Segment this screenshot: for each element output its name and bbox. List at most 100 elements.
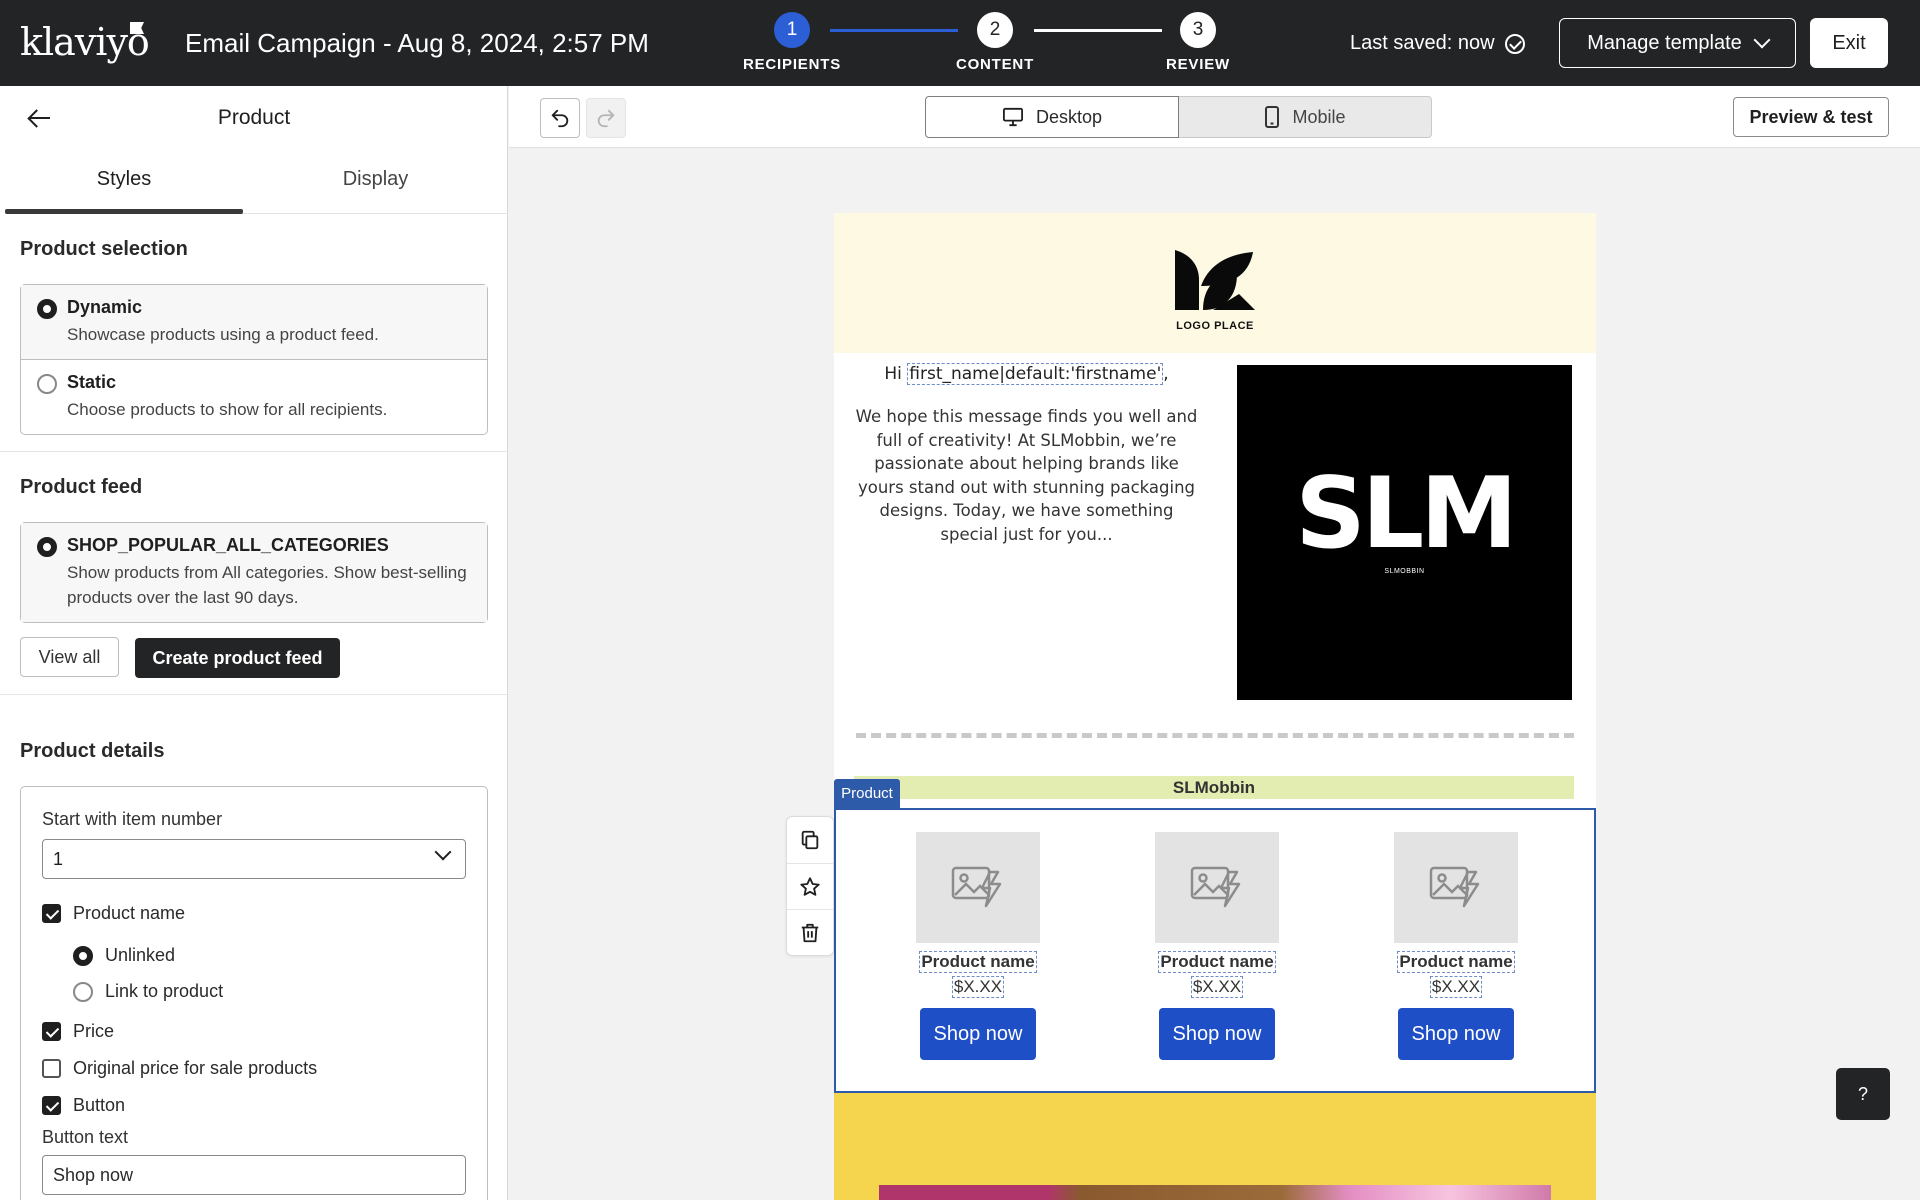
step-label: RECIPIENTS <box>742 56 841 73</box>
option-description: Showcase products using a product feed. <box>67 325 379 344</box>
unlinked-radio[interactable] <box>73 945 93 966</box>
logo-place-text: LOGO PLACE <box>1176 320 1254 332</box>
unlinked-option[interactable]: Unlinked <box>73 945 175 966</box>
product-block[interactable]: Product name $X.XX Shop now Product name… <box>834 808 1596 1093</box>
redo-button[interactable] <box>586 98 626 138</box>
step-content[interactable]: 2 CONTENT <box>935 12 1055 73</box>
price-option[interactable]: Price <box>42 1021 114 1042</box>
duplicate-icon <box>801 830 819 850</box>
step-label: CONTENT <box>955 56 1035 73</box>
help-button[interactable]: ? <box>1836 1068 1890 1120</box>
brand-bar[interactable]: SLMobbin <box>854 776 1574 799</box>
greeting-prefix: Hi <box>884 364 908 384</box>
shop-now-button[interactable]: Shop now <box>920 1008 1036 1060</box>
hero-logo-subtext: SLMOBBIN <box>1384 568 1425 575</box>
radio-dynamic[interactable] <box>37 299 57 319</box>
block-actions-toolbar <box>786 816 834 956</box>
desktop-view-toggle[interactable]: Desktop <box>925 96 1179 138</box>
start-item-select[interactable]: 1 <box>42 839 466 879</box>
tab-styles[interactable]: Styles <box>5 156 243 214</box>
button-checkbox[interactable] <box>42 1096 61 1115</box>
tab-display[interactable]: Display <box>243 156 507 213</box>
product-selection-options: Dynamic Showcase products using a produc… <box>20 284 488 435</box>
price-label: Price <box>73 1021 115 1041</box>
panel-title: Product <box>217 106 291 129</box>
image-placeholder-icon <box>1190 866 1241 907</box>
step-label: REVIEW <box>1166 56 1230 73</box>
greeting-text[interactable]: Hi first_name|default:'firstname', <box>854 363 1199 385</box>
trash-icon <box>801 923 819 942</box>
link-to-product-option[interactable]: Link to product <box>73 981 223 1002</box>
product-details-title: Product details <box>20 740 165 762</box>
brand-logo-icon <box>1175 250 1255 310</box>
panel-tabs: Styles Display <box>5 156 507 214</box>
link-to-product-label: Link to product <box>105 981 224 1001</box>
chevron-down-icon <box>1753 31 1771 49</box>
email-header-block[interactable]: LOGO PLACE <box>834 213 1596 353</box>
link-to-product-radio[interactable] <box>73 981 93 1002</box>
divider-block[interactable] <box>856 733 1574 738</box>
duplicate-block-button[interactable] <box>787 817 833 863</box>
top-bar: klaviyo Email Campaign - Aug 8, 2024, 2:… <box>0 0 1920 86</box>
product-image <box>1155 832 1279 943</box>
product-price: $X.XX <box>951 976 1005 998</box>
original-price-label: Original price for sale products <box>73 1058 318 1078</box>
intro-paragraph[interactable]: We hope this message finds you well and … <box>854 405 1199 546</box>
price-checkbox[interactable] <box>42 1022 61 1041</box>
desktop-icon <box>1002 107 1023 127</box>
product-feed-options: SHOP_POPULAR_ALL_CATEGORIES Show product… <box>20 522 488 623</box>
radio-static[interactable] <box>37 374 57 394</box>
product-selection-title: Product selection <box>20 238 188 260</box>
hero-image[interactable]: SLM SLMOBBIN <box>1237 365 1572 700</box>
step-review[interactable]: 3 REVIEW <box>1138 12 1258 73</box>
star-icon <box>800 876 820 896</box>
save-block-button[interactable] <box>787 863 833 909</box>
mobile-icon <box>1265 106 1280 128</box>
shop-now-button[interactable]: Shop now <box>1159 1008 1275 1060</box>
step-recipients[interactable]: 1 RECIPIENTS <box>732 12 852 73</box>
delete-block-button[interactable] <box>787 909 833 955</box>
product-card: Product name $X.XX Shop now <box>1155 832 1279 1060</box>
radio-feed[interactable] <box>37 537 57 557</box>
product-card: Product name $X.XX Shop now <box>1394 832 1518 1060</box>
view-all-button[interactable]: View all <box>20 637 119 677</box>
campaign-title: Email Campaign - Aug 8, 2024, 2:57 PM <box>185 28 649 58</box>
start-item-value: 1 <box>53 849 64 869</box>
option-dynamic[interactable]: Dynamic Showcase products using a produc… <box>21 285 487 359</box>
option-description: Choose products to show for all recipien… <box>67 400 388 419</box>
button-text-label: Button text <box>42 1127 129 1147</box>
original-price-option[interactable]: Original price for sale products <box>42 1058 317 1079</box>
step-number: 2 <box>977 12 1013 48</box>
greeting-suffix: , <box>1163 364 1169 384</box>
button-text-input[interactable]: Shop now <box>42 1155 466 1195</box>
product-card: Product name $X.XX Shop now <box>916 832 1040 1060</box>
hero-logo-text: SLM <box>1295 457 1518 571</box>
last-saved-status: Last saved: now <box>1350 32 1525 55</box>
image-placeholder-icon <box>951 866 1002 907</box>
button-option[interactable]: Button <box>42 1095 125 1116</box>
step-number: 1 <box>774 12 810 48</box>
shop-now-button[interactable]: Shop now <box>1398 1008 1514 1060</box>
product-image <box>1394 832 1518 943</box>
product-block-chip: Product <box>834 779 900 808</box>
product-name-option[interactable]: Product name <box>42 903 185 924</box>
option-label: Static <box>67 372 117 392</box>
manage-template-button[interactable]: Manage template <box>1559 18 1796 68</box>
button-label: Button <box>73 1095 126 1115</box>
original-price-checkbox[interactable] <box>42 1059 61 1078</box>
create-product-feed-button[interactable]: Create product feed <box>135 638 340 678</box>
product-price: $X.XX <box>1429 976 1483 998</box>
klaviyo-logo[interactable]: klaviyo <box>20 20 150 64</box>
product-name-checkbox[interactable] <box>42 904 61 923</box>
chevron-down-icon <box>434 843 452 861</box>
preview-test-button[interactable]: Preview & test <box>1733 97 1889 137</box>
option-feed[interactable]: SHOP_POPULAR_ALL_CATEGORIES Show product… <box>21 523 487 622</box>
option-static[interactable]: Static Choose products to show for all r… <box>21 359 487 434</box>
product-name: Product name <box>919 951 1037 973</box>
undo-button[interactable] <box>540 98 580 138</box>
divider <box>0 694 507 695</box>
first-name-tag: first_name|default:'firstname' <box>907 363 1164 385</box>
mobile-view-toggle[interactable]: Mobile <box>1178 96 1432 138</box>
exit-button[interactable]: Exit <box>1810 18 1888 68</box>
footer-image-block[interactable] <box>834 1093 1596 1200</box>
